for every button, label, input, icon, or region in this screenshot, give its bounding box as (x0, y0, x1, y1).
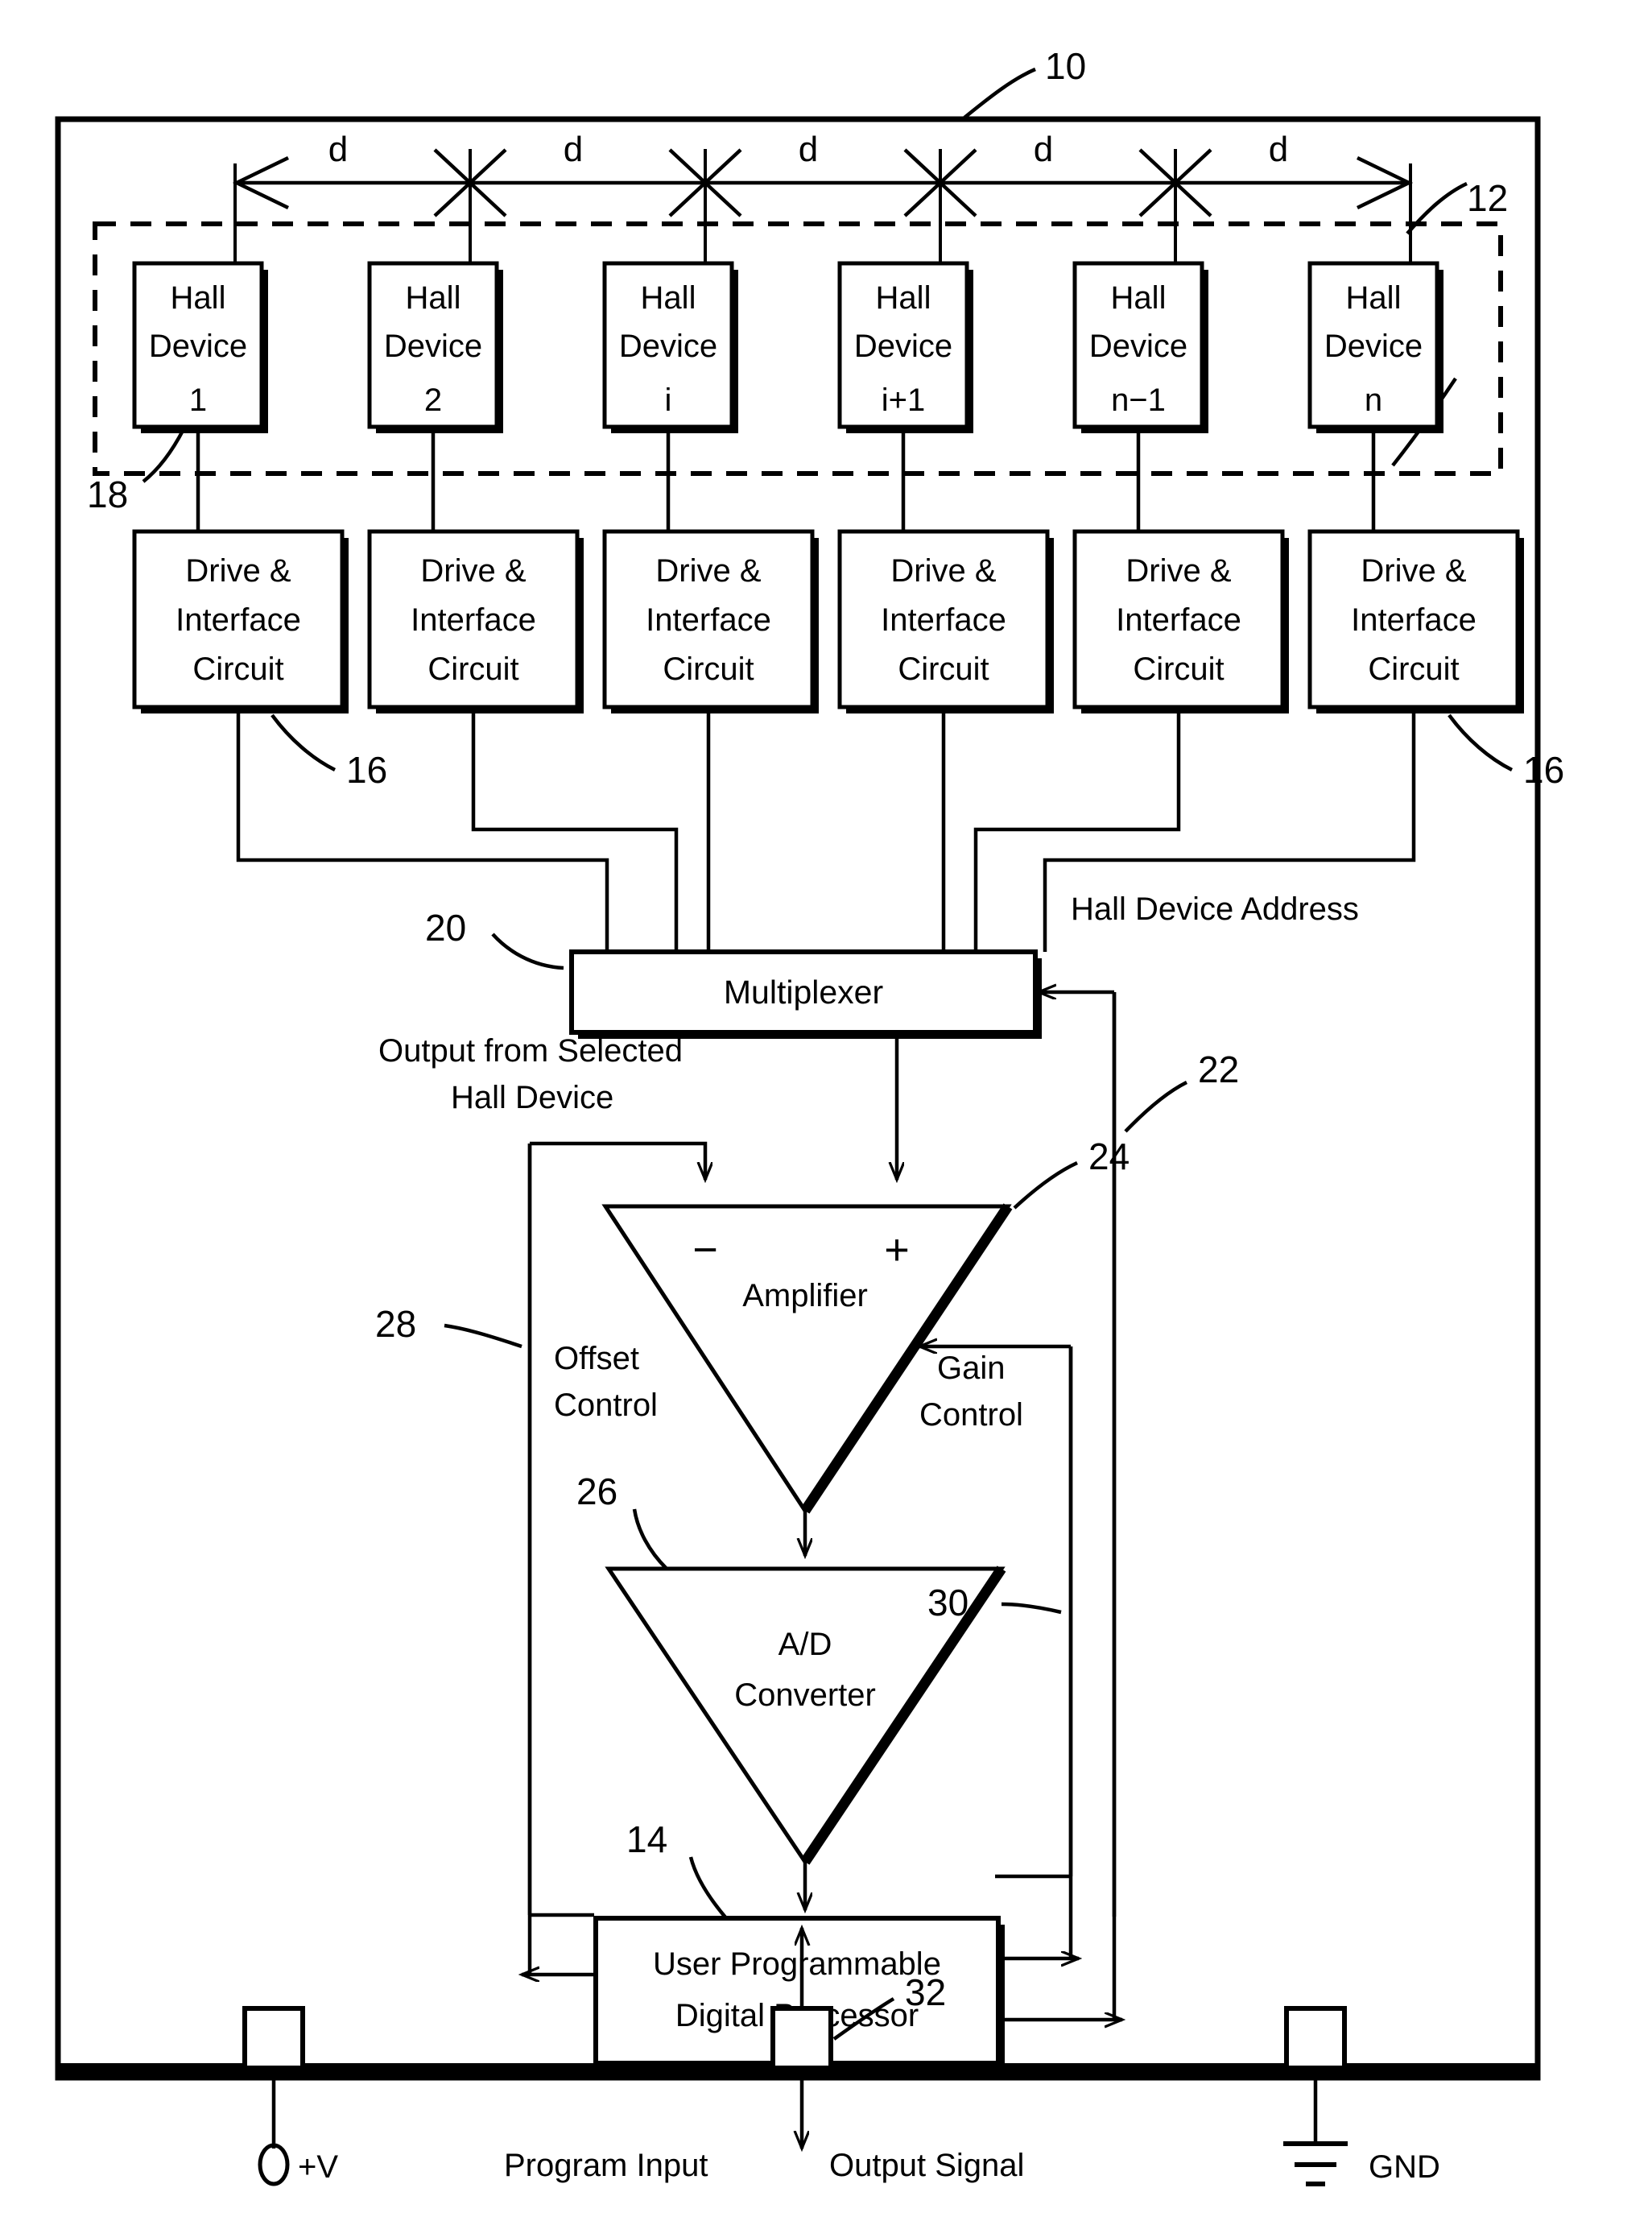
drive-3-line3: Circuit (663, 651, 754, 687)
hall-device-1-line3: 1 (189, 383, 207, 418)
hall-device-2-line2: Device (384, 329, 482, 364)
hall-to-drive-wires (196, 431, 1376, 531)
hall-device-4-line3: i+1 (882, 383, 926, 418)
ground-symbol-icon (1283, 2141, 1348, 2186)
gain-control-line1: Gain (937, 1350, 1006, 1386)
drive-1-line2: Interface (176, 602, 301, 638)
drive-1-line3: Circuit (192, 651, 283, 687)
hall-device-6-line1: Hall (1346, 280, 1402, 316)
dimension-label-1: d (328, 130, 348, 169)
output-signal-label: Output Signal (829, 2148, 1024, 2183)
drive-4-line3: Circuit (898, 651, 989, 687)
drive-6-line3: Circuit (1368, 651, 1459, 687)
leader-14 (688, 1856, 728, 1920)
ref-20: 20 (425, 907, 466, 949)
hall-device-6-line2: Device (1324, 329, 1423, 364)
ref-32: 32 (905, 1971, 946, 2013)
hall-device-5-line2: Device (1089, 329, 1187, 364)
drive-5-line1: Drive & (1125, 553, 1231, 589)
patent-figure-page: 10 12 d d d d d Hall Device 1 Hall Devic… (0, 0, 1652, 2221)
multiplexer-label: Multiplexer (724, 974, 883, 1011)
drive-interface-row: Drive & Interface Circuit Drive & Interf… (132, 529, 1524, 713)
gain-control-line2: Control (919, 1397, 1023, 1433)
hall-device-4-line2: Device (854, 329, 952, 364)
leader-30 (1001, 1602, 1062, 1615)
drive-5-line2: Interface (1116, 602, 1241, 638)
figure-svg: 10 12 d d d d d Hall Device 1 Hall Devic… (55, 45, 1564, 2186)
amplifier-minus-sign: − (692, 1226, 718, 1274)
leader-16-right (1448, 713, 1514, 772)
hall-device-1-line1: Hall (171, 280, 226, 316)
supply-terminal-circle-icon (258, 2143, 290, 2186)
ref-14: 14 (626, 1818, 667, 1860)
drive-3-line2: Interface (646, 602, 771, 638)
ref-12: 12 (1467, 177, 1508, 219)
ref-30: 30 (927, 1582, 968, 1623)
leader-24 (1013, 1160, 1078, 1210)
ref-24: 24 (1088, 1135, 1130, 1177)
leader-20 (491, 933, 564, 970)
amplifier-label: Amplifier (742, 1278, 868, 1313)
offset-control-line2: Control (554, 1388, 658, 1423)
hall-device-1-line2: Device (149, 329, 247, 364)
dimension-line (232, 148, 1414, 278)
hall-device-3-line2: Device (619, 329, 717, 364)
ground-label: GND (1369, 2149, 1440, 2185)
ref-16-left: 16 (346, 749, 387, 791)
hall-device-address-label: Hall Device Address (1071, 891, 1359, 927)
address-bus-wire (1039, 992, 1117, 1917)
leader-26 (632, 1508, 668, 1570)
drive-4-line1: Drive & (890, 553, 996, 589)
ref-26: 26 (576, 1470, 617, 1512)
dimension-label-5: d (1269, 130, 1288, 169)
drive-1-line1: Drive & (185, 553, 291, 589)
dimension-label-4: d (1034, 130, 1053, 169)
dimension-label-2: d (564, 130, 583, 169)
dimension-label-3: d (799, 130, 818, 169)
drive-5-line3: Circuit (1133, 651, 1224, 687)
offset-control-line1: Offset (554, 1341, 639, 1376)
amplifier-plus-sign: + (884, 1226, 910, 1274)
leader-28 (444, 1323, 522, 1349)
ad-converter-line1: A/D (779, 1627, 832, 1662)
ref-10: 10 (1045, 45, 1086, 87)
drive-2-line3: Circuit (427, 651, 518, 687)
drive-2-line1: Drive & (420, 553, 526, 589)
supply-label: +V (298, 2149, 338, 2185)
ref-28: 28 (375, 1303, 416, 1345)
ground-pad[interactable] (1284, 2006, 1347, 2070)
leader-10 (963, 67, 1036, 119)
supply-pad[interactable] (242, 2006, 305, 2070)
drive-6-line1: Drive & (1361, 553, 1466, 589)
ref-16-right: 16 (1523, 749, 1564, 791)
leader-22 (1124, 1080, 1188, 1133)
leader-16-left (271, 713, 337, 772)
hall-device-3-line3: i (665, 383, 672, 418)
output-selected-line1: Output from Selected (378, 1033, 683, 1069)
ref-22: 22 (1198, 1048, 1239, 1090)
drive-2-line2: Interface (411, 602, 536, 638)
hall-device-4-line1: Hall (876, 280, 931, 316)
hall-device-3-line1: Hall (641, 280, 696, 316)
drive-4-line2: Interface (881, 602, 1006, 638)
hall-device-5-line1: Hall (1111, 280, 1167, 316)
hall-device-row: Hall Device 1 Hall Device 2 Hall Device … (132, 261, 1443, 433)
hall-device-6-line3: n (1365, 383, 1382, 418)
hall-device-2-line1: Hall (406, 280, 461, 316)
hall-device-5-line3: n−1 (1111, 383, 1166, 418)
ref-18: 18 (87, 474, 128, 515)
hall-device-2-line3: 2 (424, 383, 442, 418)
program-input-label: Program Input (504, 2148, 708, 2183)
drive-6-line2: Interface (1351, 602, 1476, 638)
processor-line1: User Programmable (653, 1946, 941, 1982)
ad-converter-line2: Converter (734, 1677, 876, 1713)
output-pad[interactable] (770, 2006, 833, 2070)
sensor-array-dashed-box (93, 221, 1503, 476)
output-selected-line2: Hall Device (451, 1080, 613, 1115)
drive-3-line1: Drive & (655, 553, 761, 589)
multiplexer-block: Multiplexer (569, 949, 1042, 1039)
